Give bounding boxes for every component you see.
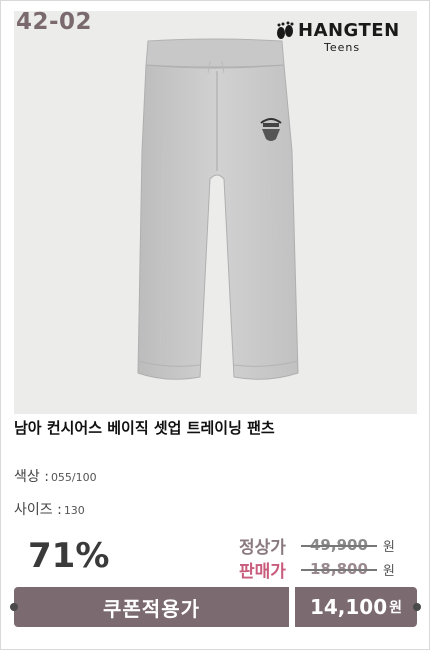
- size-label: 사이즈 :: [14, 502, 62, 518]
- regular-price: 49,900: [301, 536, 377, 554]
- size-option: 사이즈 :130: [14, 499, 85, 519]
- product-title[interactable]: 남아 컨시어스 베이직 셋업 트레이닝 팬츠: [14, 417, 275, 438]
- sale-price-label: 판매가: [239, 561, 286, 582]
- product-card[interactable]: 42-02 HANGTEN Teens 남아 컨시어스 베이직 셋업 트레이닝 …: [0, 0, 430, 650]
- brand-name: HANGTEN: [298, 20, 400, 41]
- brand-sub: Teens: [324, 41, 361, 54]
- sale-price-currency: 원: [382, 563, 395, 579]
- left-notch-dot: [10, 603, 18, 611]
- sale-price: 18,800: [301, 560, 377, 578]
- final-price[interactable]: 14,100 원: [295, 587, 417, 627]
- coupon-price-label[interactable]: 쿠폰적용가: [14, 587, 289, 627]
- regular-price-row: 정상가 49,900 원: [239, 533, 429, 558]
- brand-logo: HANGTEN Teens: [274, 17, 409, 57]
- final-price-unit: 원: [389, 600, 403, 616]
- product-code: 42-02: [16, 11, 93, 35]
- size-value: 130: [63, 504, 85, 517]
- right-notch-dot: [413, 603, 421, 611]
- color-option: 색상 :055/100: [14, 466, 97, 486]
- regular-price-label: 정상가: [239, 537, 286, 558]
- sweatpants-image: [137, 38, 299, 380]
- color-value: 055/100: [50, 471, 97, 484]
- sale-price-row: 판매가 18,800 원: [239, 557, 429, 582]
- color-label: 색상 :: [14, 469, 49, 485]
- final-price-value: 14,100: [309, 595, 388, 619]
- price-block: 정상가 49,900 원 판매가 18,800 원: [239, 533, 429, 582]
- product-image[interactable]: 42-02 HANGTEN Teens: [14, 11, 417, 414]
- footprints-icon: [277, 21, 294, 39]
- discount-rate: 71%: [28, 536, 110, 576]
- regular-price-currency: 원: [382, 539, 395, 555]
- coupon-price-bar[interactable]: 쿠폰적용가 14,100 원: [14, 587, 417, 627]
